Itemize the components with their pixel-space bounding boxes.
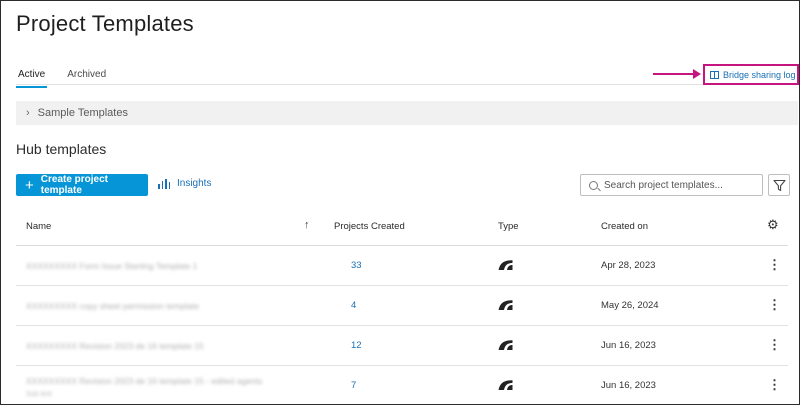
- bridge-logo-icon: [498, 379, 513, 394]
- created-on: Jun 16, 2023: [601, 380, 656, 391]
- column-header-name[interactable]: Name: [26, 221, 51, 232]
- column-header-created-on[interactable]: Created on: [601, 221, 648, 232]
- insights-link[interactable]: Insights: [158, 178, 211, 189]
- template-name-subtext: Sub text: [26, 391, 52, 398]
- insights-label: Insights: [177, 178, 212, 189]
- table-row[interactable]: XXXXXXXXX Revision 2023 de 16 template 1…: [16, 326, 788, 366]
- bar-chart-icon: [158, 178, 170, 189]
- sample-templates-label: Sample Templates: [37, 107, 128, 119]
- bridge-logo-icon: [498, 299, 513, 314]
- table-row[interactable]: XXXXXXXXX copy sheet permission template…: [16, 286, 788, 326]
- projects-created-link[interactable]: 12: [351, 340, 362, 351]
- bridge-sharing-log-link[interactable]: Bridge sharing log: [703, 64, 799, 85]
- annotation-arrow-line: [653, 73, 695, 75]
- table-header: Name ↑ Projects Created Type Created on …: [16, 209, 788, 246]
- bridge-logo-icon: [498, 339, 513, 354]
- search-icon: [589, 180, 598, 190]
- plus-icon: +: [25, 176, 34, 194]
- template-name[interactable]: XXXXXXXXX Revision 2023 de 16 template 1…: [26, 341, 204, 351]
- annotation-arrow-head: [693, 69, 701, 79]
- created-on: May 26, 2024: [601, 300, 659, 311]
- chevron-right-icon: ›: [26, 107, 30, 119]
- bridge-sharing-log-label: Bridge sharing log: [723, 69, 796, 80]
- book-icon: [710, 70, 719, 79]
- more-options-icon[interactable]: ⋮: [768, 377, 781, 393]
- column-header-projects-created[interactable]: Projects Created: [334, 221, 405, 232]
- hub-templates-title: Hub templates: [16, 141, 107, 157]
- projects-created-link[interactable]: 7: [351, 380, 356, 391]
- more-options-icon[interactable]: ⋮: [768, 297, 781, 313]
- created-on: Apr 28, 2023: [601, 260, 656, 271]
- more-options-icon[interactable]: ⋮: [768, 257, 781, 273]
- sample-templates-section[interactable]: › Sample Templates: [16, 101, 798, 125]
- filter-button[interactable]: [768, 174, 790, 196]
- projects-created-link[interactable]: 33: [351, 260, 362, 271]
- template-name[interactable]: XXXXXXXXX Form Issue Starting Template 1: [26, 261, 197, 271]
- sort-ascending-icon[interactable]: ↑: [304, 219, 310, 231]
- gear-icon[interactable]: ⚙: [767, 217, 779, 233]
- app-window: Project Templates Active Archived Bridge…: [0, 0, 800, 405]
- column-header-type[interactable]: Type: [498, 221, 519, 232]
- page-title: Project Templates: [16, 11, 194, 36]
- bridge-logo-icon: [498, 259, 513, 274]
- table-row[interactable]: XXXXXXXXX Revision 2023 de 16 template 1…: [16, 366, 788, 404]
- template-name[interactable]: XXXXXXXXX Revision 2023 de 16 template 1…: [26, 376, 262, 386]
- create-project-template-button[interactable]: + Create project template: [16, 174, 148, 196]
- template-name[interactable]: XXXXXXXXX copy sheet permission template: [26, 301, 199, 311]
- more-options-icon[interactable]: ⋮: [768, 337, 781, 353]
- create-project-template-label: Create project template: [40, 174, 109, 196]
- filter-icon: [772, 179, 786, 191]
- created-on: Jun 16, 2023: [601, 340, 656, 351]
- search-box: [580, 174, 763, 196]
- projects-created-link[interactable]: 4: [351, 300, 356, 311]
- tab-divider: [16, 84, 706, 85]
- search-input[interactable]: [604, 179, 754, 191]
- table-row[interactable]: XXXXXXXXX Form Issue Starting Template 1…: [16, 246, 788, 286]
